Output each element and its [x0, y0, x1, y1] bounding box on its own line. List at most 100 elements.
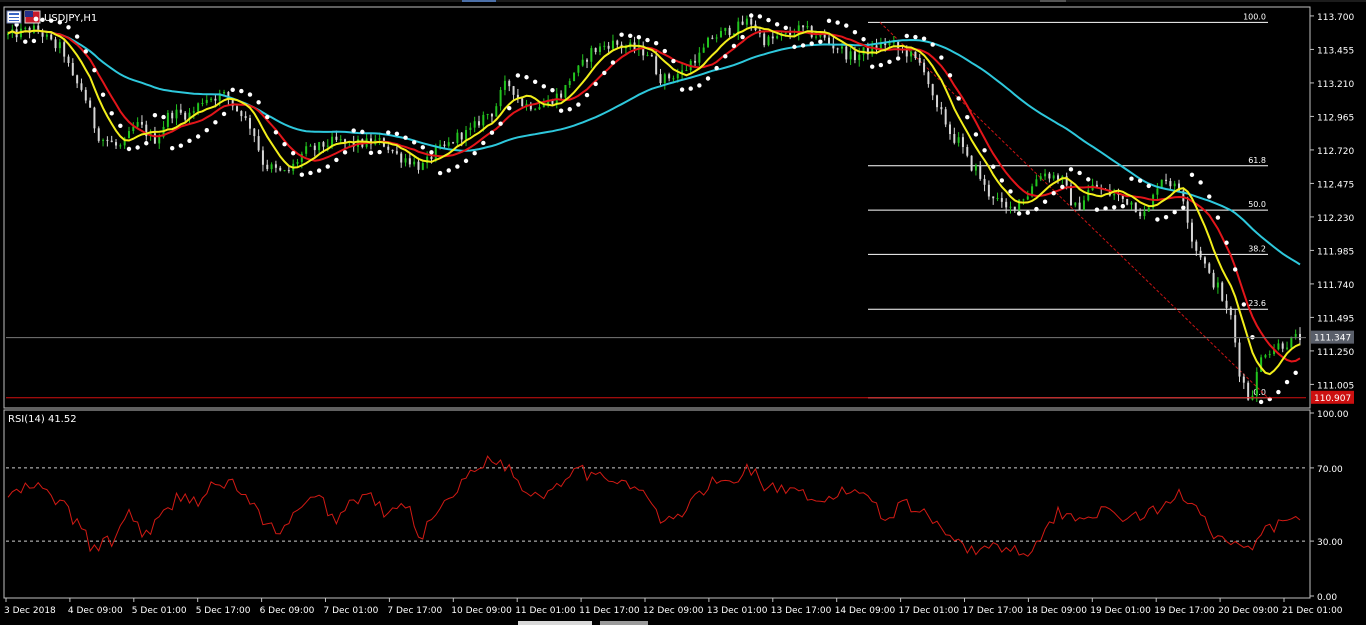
- candle-body: [439, 144, 442, 147]
- sar-dot: [446, 168, 451, 173]
- sar-dot: [740, 34, 745, 40]
- candle-body: [158, 136, 161, 144]
- candle-body: [650, 54, 653, 57]
- sar-dot: [247, 92, 253, 97]
- current-price-tag-label: 111.347: [1314, 334, 1351, 344]
- price-tick-label: 111.495: [1317, 314, 1354, 324]
- sar-dot: [230, 87, 235, 93]
- sar-dot: [126, 146, 132, 152]
- candle-body: [918, 58, 921, 63]
- symbol-title: USDJPY,H1: [44, 13, 97, 24]
- time-tick-label: 19 Dec 17:00: [1154, 606, 1215, 616]
- candle-body: [586, 59, 589, 62]
- fib-level-label: 38.2: [1248, 244, 1266, 253]
- candle-body: [279, 167, 282, 171]
- candle-body: [115, 142, 118, 146]
- sar-dot: [956, 96, 961, 101]
- sar-dot: [1077, 170, 1082, 176]
- sar-dot: [999, 178, 1005, 183]
- sar-dot: [861, 37, 866, 42]
- candle-body: [140, 122, 143, 125]
- candle-body: [815, 36, 818, 38]
- price-tick-label: 111.250: [1317, 348, 1354, 358]
- sar-dot: [697, 83, 702, 88]
- candle-body: [672, 78, 675, 80]
- sar-dot: [904, 33, 909, 39]
- sar-dot: [939, 55, 944, 60]
- sar-dot: [481, 140, 486, 146]
- candle-body: [400, 153, 403, 163]
- sar-dot: [991, 164, 996, 169]
- time-tick-label: 17 Dec 17:00: [963, 606, 1024, 616]
- candle-body: [1290, 336, 1293, 348]
- sar-dot: [671, 58, 676, 64]
- candle-body: [659, 74, 662, 84]
- candle-body: [1000, 198, 1003, 202]
- candle-body: [1216, 282, 1219, 288]
- candle-body: [1299, 333, 1301, 340]
- time-tick-label: 13 Dec 01:00: [707, 606, 768, 616]
- sar-dot: [1232, 267, 1238, 272]
- candle-body: [318, 142, 321, 151]
- sar-dot: [1146, 183, 1151, 189]
- sar-dot: [965, 114, 970, 120]
- candle-body: [266, 164, 269, 170]
- sar-dot: [844, 23, 849, 28]
- candle-body: [335, 136, 338, 140]
- candle-body: [1247, 382, 1250, 400]
- trading-chart-window: 100.061.850.038.223.60.0 USDJPY,H1 113.7…: [0, 0, 1366, 625]
- sar-dot: [187, 138, 192, 144]
- candle-body: [1208, 263, 1211, 273]
- candle-body: [261, 150, 264, 165]
- sar-dot: [394, 131, 400, 136]
- candle-body: [192, 111, 195, 113]
- candle-body: [499, 89, 502, 107]
- price-tick-label: 112.475: [1317, 180, 1354, 190]
- sar-dot: [1034, 206, 1039, 212]
- candle-body: [236, 106, 239, 112]
- candle-body: [1190, 222, 1193, 242]
- time-tick-label: 10 Dec 09:00: [451, 606, 512, 616]
- candle-body: [987, 184, 990, 197]
- sar-dot: [1137, 178, 1143, 183]
- candle-body: [1156, 188, 1159, 195]
- candle-body: [849, 51, 852, 60]
- candle-body: [248, 118, 251, 129]
- candle-body: [305, 146, 308, 154]
- sar-dot: [870, 64, 875, 69]
- candle-body: [67, 56, 70, 63]
- candle-body: [110, 140, 113, 143]
- price-tick-label: 113.210: [1317, 80, 1354, 90]
- candle-body: [1048, 173, 1051, 179]
- sar-dot: [749, 13, 754, 18]
- candle-body: [45, 34, 48, 37]
- sar-dot: [1276, 389, 1281, 395]
- sar-dot: [826, 18, 832, 24]
- sar-dot: [679, 87, 685, 92]
- candle-body: [84, 89, 87, 101]
- time-tick-label: 11 Dec 01:00: [515, 606, 576, 616]
- candle-body: [521, 98, 524, 107]
- sar-dot: [403, 135, 408, 140]
- sar-dot: [1129, 176, 1134, 181]
- candle-body: [1242, 376, 1245, 383]
- sar-dot: [1051, 190, 1056, 196]
- candle-body: [560, 93, 563, 98]
- sar-dot: [662, 48, 668, 54]
- symbol-flag-icon[interactable]: [24, 10, 41, 24]
- sar-dot: [299, 172, 305, 177]
- sar-dot: [515, 73, 521, 78]
- candle-body: [927, 72, 930, 85]
- candle-body: [508, 80, 511, 87]
- chart-menu-icon[interactable]: [6, 10, 22, 24]
- sar-dot: [792, 44, 797, 50]
- candle-body: [490, 114, 493, 117]
- candle-body: [1087, 190, 1090, 201]
- sar-dot: [1042, 199, 1048, 204]
- sar-dot: [921, 36, 927, 41]
- candle-body: [465, 129, 468, 140]
- candle-body: [953, 134, 956, 143]
- candle-body: [979, 165, 982, 179]
- candle-body: [153, 133, 156, 144]
- candle-body: [1195, 241, 1198, 251]
